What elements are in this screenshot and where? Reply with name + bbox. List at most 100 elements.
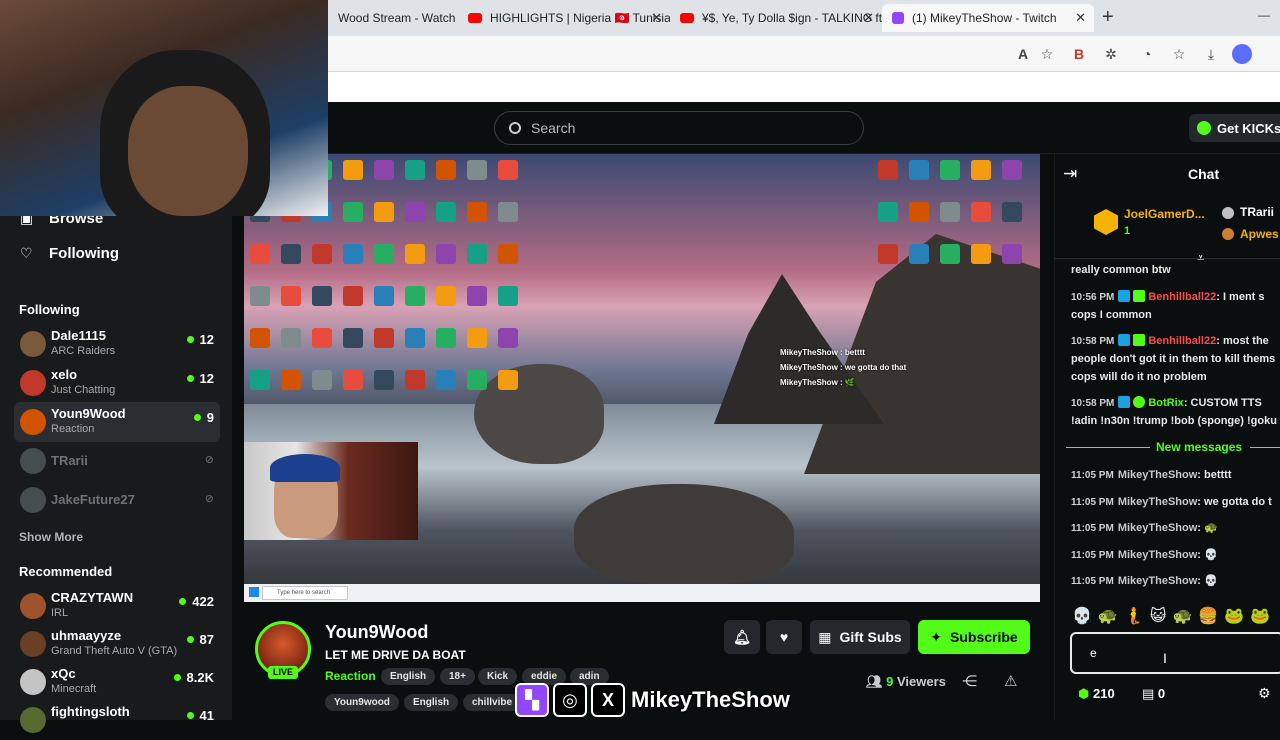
desktop-app-icon	[405, 202, 425, 222]
stream-tag[interactable]: English	[381, 668, 436, 685]
desktop-app-icon	[1002, 244, 1022, 264]
sidebar-channel-offline[interactable]: TRarii ⊘	[14, 441, 220, 481]
chat-title: Chat	[1188, 166, 1220, 182]
chat-settings-gear-icon[interactable]: ⚙	[1258, 685, 1271, 702]
stream-tag[interactable]: Kick	[478, 668, 518, 685]
sidebar-channel[interactable]: fightingsloth 41	[14, 700, 220, 740]
verified-badge-icon	[1118, 290, 1131, 302]
desktop-app-icon	[940, 160, 960, 180]
extension-b-icon[interactable]: B	[1070, 45, 1088, 63]
desktop-app-icon	[250, 286, 270, 306]
channel-name: xQc	[51, 666, 76, 681]
gift-subs-button[interactable]: ▦ Gift Subs	[810, 620, 910, 654]
sidebar-channel-offline[interactable]: JakeFuture27 ⊘	[14, 480, 220, 520]
avatar	[20, 370, 46, 396]
follow-button[interactable]: ♥	[766, 620, 802, 654]
chat-text: : most the	[1216, 335, 1269, 347]
chat-message: 11:05 PM MikeyTheShow: 💀	[1071, 574, 1280, 589]
chat-username[interactable]: BotRix	[1148, 397, 1183, 409]
channel-category: Minecraft	[51, 683, 97, 695]
kicks-balance[interactable]: ▤ 0	[1142, 686, 1165, 702]
desktop-app-icon	[343, 328, 363, 348]
viewers-label: Viewers	[897, 674, 946, 689]
chat-username[interactable]: Benhillball22	[1148, 291, 1216, 303]
social-handle-overlay: ▚ ◎ X MikeyTheShow	[515, 682, 790, 718]
desktop-app-icon	[374, 370, 394, 390]
sidebar-channel[interactable]: uhmaayyze Grand Theft Auto V (GTA) 87	[14, 624, 220, 664]
desktop-app-icon	[1002, 160, 1022, 180]
get-kicks-button[interactable]: Get KICKs	[1189, 114, 1280, 142]
close-tab-icon[interactable]: ✕	[863, 10, 874, 26]
chat-message: 11:05 PM MikeyTheShow: 🐢	[1071, 521, 1280, 536]
chat-username[interactable]: Benhillball22	[1148, 335, 1216, 347]
streamer-name[interactable]: Youn9Wood	[325, 622, 428, 643]
browser-tab[interactable]: HIGHLIGHTS | Nigeria 🇹🇳 Tunisia | ✕	[458, 4, 670, 32]
new-messages-label: New messages	[1156, 440, 1243, 454]
channel-points[interactable]: ⬢ 210	[1078, 686, 1115, 702]
chat-username[interactable]: MikeyTheShow	[1118, 575, 1197, 587]
show-more-link[interactable]: Show More	[19, 530, 83, 544]
performance-icon[interactable]: ◔	[1138, 45, 1156, 63]
silver-badge-icon	[1222, 207, 1234, 219]
downloads-icon[interactable]: ⤓	[1202, 45, 1220, 63]
sidebar-channel[interactable]: CRAZYTAWN IRL 422	[14, 586, 220, 626]
stream-category[interactable]: Reaction	[325, 669, 376, 683]
collections-icon[interactable]: ☆	[1170, 45, 1188, 63]
desktop-app-icon	[467, 160, 487, 180]
browser-tab[interactable]: ¥$, Ye, Ty Dolla $ign - TALKING ft. ✕	[670, 4, 882, 32]
chat-username[interactable]: MikeyTheShow	[1118, 496, 1197, 508]
stream-tag[interactable]: Youn9wood	[325, 694, 399, 711]
top-gifter-name[interactable]: JoelGamerD...	[1124, 207, 1205, 221]
desktop-app-icon	[909, 160, 929, 180]
copilot-icon[interactable]	[1232, 44, 1252, 64]
divider-line	[1250, 447, 1280, 448]
timestamp: 11:05 PM	[1071, 497, 1114, 508]
report-icon[interactable]: ⚠	[1004, 672, 1017, 690]
timestamp: 11:05 PM	[1071, 550, 1114, 561]
subscribe-button[interactable]: ✦ Subscribe	[918, 620, 1030, 654]
collapse-chat-icon[interactable]: ⇥	[1063, 164, 1077, 184]
stream-tag[interactable]: English	[404, 694, 459, 711]
emote-quickbar[interactable]: 💀🐢🧜😺🐢🍔🐸🐸	[1072, 606, 1276, 626]
webcam-cap	[270, 454, 340, 482]
chat-username[interactable]: MikeyTheShow	[1118, 469, 1197, 481]
top-gifter-name[interactable]: TRarii	[1240, 205, 1274, 219]
desktop-app-icon	[374, 202, 394, 222]
kicks-value: 0	[1157, 686, 1166, 701]
bronze-badge-icon	[1222, 228, 1234, 240]
stream-tag[interactable]: 18+	[440, 668, 475, 685]
desktop-app-icon	[498, 202, 518, 222]
sidebar-channel-selected[interactable]: Youn9Wood Reaction 9	[14, 402, 220, 442]
browser-tab-active[interactable]: (1) MikeyTheShow - Twitch ✕	[882, 4, 1094, 32]
chat-username[interactable]: MikeyTheShow	[1118, 522, 1197, 534]
left-sidebar: ▣ Browse ♡ Following Following Dale1115 …	[0, 154, 232, 733]
close-tab-icon[interactable]: ✕	[1075, 10, 1086, 26]
desktop-app-icon	[909, 202, 929, 222]
sidebar-channel[interactable]: Dale1115 ARC Raiders 12	[14, 324, 220, 364]
desktop-app-icon	[343, 244, 363, 264]
sidebar-channel[interactable]: xelo Just Chatting 12	[14, 363, 220, 403]
search-input[interactable]: Search	[494, 111, 864, 145]
top-gifter-name[interactable]: Apwes	[1240, 227, 1279, 241]
sidebar-channel[interactable]: xQc Minecraft 8.2K	[14, 662, 220, 702]
notification-bell-button[interactable]: 🔔︎	[724, 620, 760, 654]
stream-tag[interactable]: chillvibe	[463, 694, 522, 711]
twitch-icon	[892, 12, 904, 24]
sidebar-nav-following[interactable]: ♡ Following	[20, 245, 119, 262]
streamer-webcam-overlay	[0, 0, 328, 216]
sub-badge-icon	[1133, 334, 1146, 346]
twitch-icon: ▚	[515, 683, 549, 717]
chat-username[interactable]: MikeyTheShow	[1118, 549, 1197, 561]
new-tab-button[interactable]: +	[1102, 6, 1114, 29]
browser-tab[interactable]: Wood Stream - Watch L	[328, 4, 456, 32]
read-aloud-icon[interactable]: A	[1014, 45, 1032, 63]
extensions-icon[interactable]: ✲	[1102, 45, 1120, 63]
minimize-button[interactable]: —	[1258, 8, 1270, 22]
share-icon[interactable]: ⋲	[962, 672, 977, 690]
desktop-app-icon	[281, 244, 301, 264]
favorite-star-icon[interactable]: ☆	[1038, 45, 1056, 63]
chat-text: : 💀	[1197, 575, 1218, 587]
video-player[interactable]: MikeyTheShow : betttt MikeyTheShow : we …	[244, 154, 1040, 602]
chat-input[interactable]: e	[1070, 632, 1280, 674]
close-tab-icon[interactable]: ✕	[651, 10, 662, 26]
